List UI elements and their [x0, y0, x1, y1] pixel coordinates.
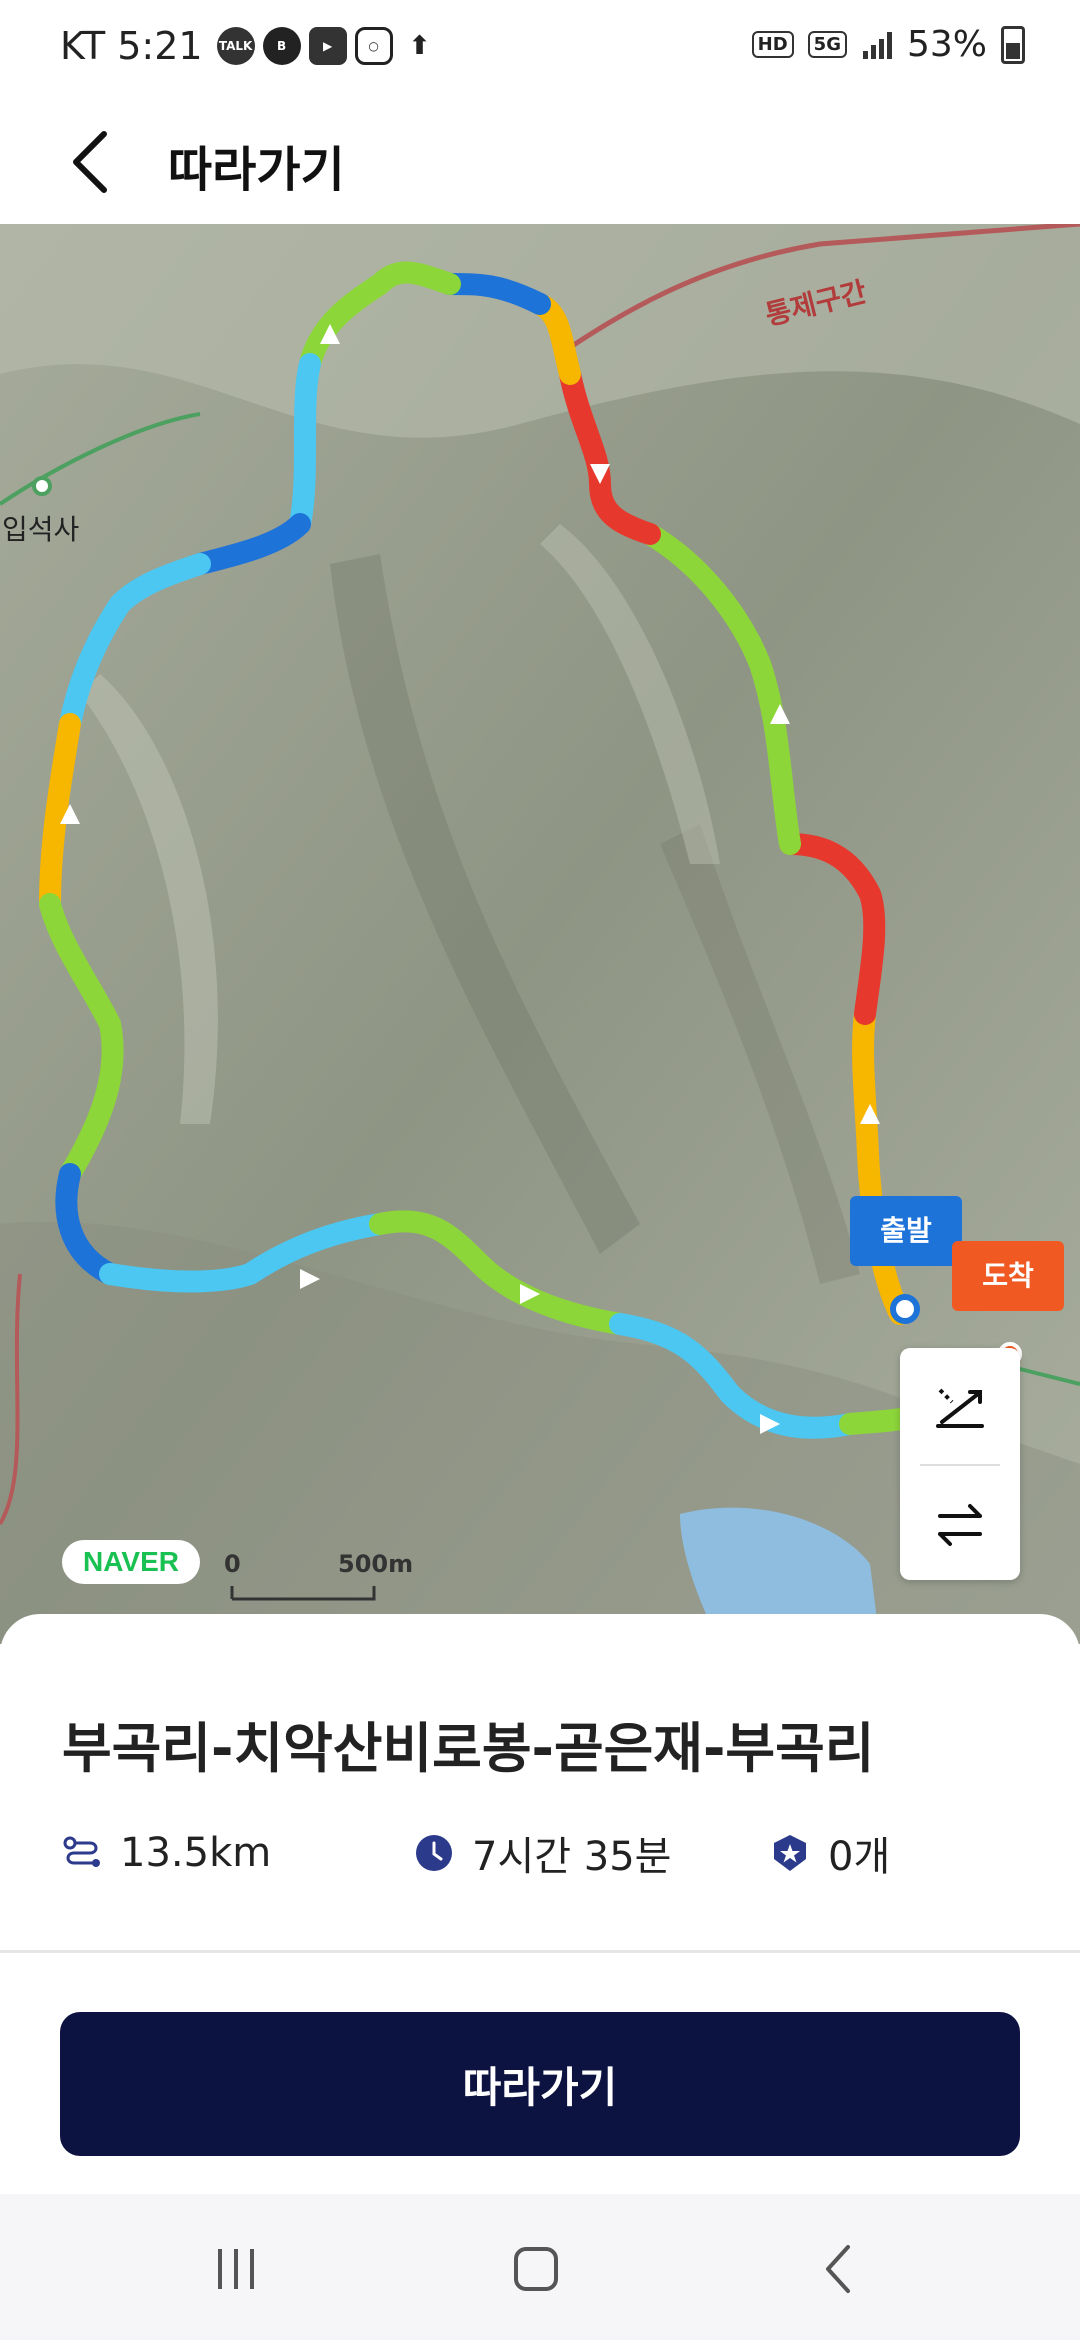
b-icon: B — [262, 27, 301, 65]
status-right: HD 5G 53% — [751, 24, 1025, 65]
recent-apps-button[interactable] — [196, 2234, 276, 2304]
route-name: 부곡리-치악산비로봉-곧은재-부곡리 — [62, 1717, 875, 1780]
follow-route-button[interactable]: 따라가기 — [60, 2012, 1020, 2156]
duration-value: 7시간 35분 — [472, 1834, 672, 1880]
back-chevron-icon — [826, 2245, 850, 2293]
home-icon — [514, 2247, 558, 2291]
page-title: 따라가기 — [168, 142, 345, 198]
stamp-stat: 0개 — [770, 1824, 890, 1882]
battery-icon — [1001, 25, 1025, 64]
stamp-badge-icon — [774, 1835, 806, 1871]
swap-arrows-icon — [938, 1504, 982, 1546]
system-nav-bar — [0, 2194, 1080, 2340]
youtube-icon: ▶ — [308, 27, 347, 65]
back-nav-button[interactable] — [800, 2234, 880, 2304]
scale-zero: 0 — [224, 1550, 241, 1578]
duration-stat: 7시간 35분 — [414, 1824, 770, 1882]
signal-icon — [862, 31, 892, 59]
instagram-icon: ○ — [354, 27, 393, 65]
distance-value: 13.5km — [120, 1830, 272, 1876]
elevation-button[interactable] — [900, 1348, 1020, 1464]
status-bar: KT 5:21 TALK B ▶ ○ ⬆ HD 5G 53% — [0, 0, 1080, 100]
back-arrow-icon — [73, 131, 107, 193]
elevation-icon — [936, 1388, 984, 1428]
route-stats: 13.5km 7시간 35분 0개 — [62, 1824, 890, 1882]
carrier-time: KT 5:21 — [60, 24, 203, 68]
map-view[interactable]: 통제구간 입석사 출발 도착 NAVER 0 500m — [0, 224, 1080, 1644]
battery-percent: 53% — [906, 24, 987, 65]
home-button[interactable] — [496, 2234, 576, 2304]
clock-icon — [416, 1835, 452, 1871]
app-header: 따라가기 — [0, 100, 1080, 224]
route-info-sheet: 부곡리-치악산비로봉-곧은재-부곡리 13.5km 7시간 35분 0개 — [0, 1614, 1080, 1954]
route-distance-icon — [63, 1836, 100, 1867]
distance-stat: 13.5km — [62, 1830, 414, 1876]
temple-label: 입석사 — [2, 513, 80, 546]
recent-apps-icon — [218, 2249, 254, 2289]
talk-icon: TALK — [216, 27, 255, 65]
section-divider — [0, 1950, 1080, 1953]
app-icon: ⬆ — [400, 27, 439, 65]
end-pin[interactable]: 도착 — [952, 1241, 1064, 1311]
stamp-count: 0개 — [828, 1834, 891, 1880]
map-controls — [900, 1348, 1020, 1580]
start-pin[interactable]: 출발 — [850, 1196, 962, 1266]
reverse-route-button[interactable] — [900, 1466, 1020, 1582]
naver-logo: NAVER — [62, 1540, 200, 1584]
scale-distance: 500m — [338, 1550, 414, 1578]
status-left: KT 5:21 TALK B ▶ ○ ⬆ — [60, 24, 439, 68]
hd-badge: HD — [751, 31, 794, 58]
5g-badge: 5G — [807, 31, 847, 58]
back-button[interactable] — [62, 122, 122, 202]
